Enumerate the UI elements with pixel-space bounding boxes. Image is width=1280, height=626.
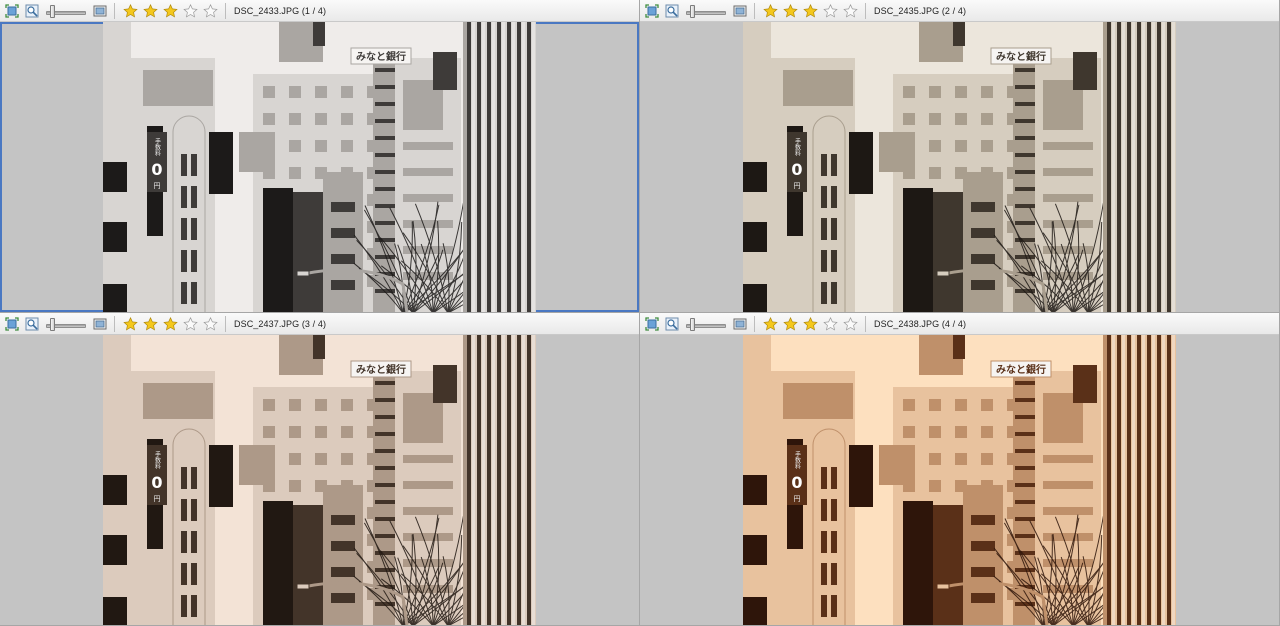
toolbar-separator: [225, 2, 226, 19]
star-empty-icon[interactable]: [841, 3, 859, 19]
fit-to-window-icon[interactable]: [644, 316, 660, 332]
star-filled-icon[interactable]: [161, 3, 179, 19]
star-empty-icon[interactable]: [181, 3, 199, 19]
star-filled-icon[interactable]: [801, 316, 819, 332]
star-empty-icon[interactable]: [841, 316, 859, 332]
zoom-in-icon[interactable]: [24, 3, 40, 19]
fit-to-window-icon[interactable]: [4, 3, 20, 19]
fit-to-window-icon[interactable]: [4, 316, 20, 332]
image-viewport[interactable]: みなと銀行手数料 0 円: [640, 335, 1279, 625]
star-empty-icon[interactable]: [201, 316, 219, 332]
zoom-slider-thumb[interactable]: [49, 4, 55, 18]
fit-to-window-icon[interactable]: [644, 3, 660, 19]
toolbar-separator: [865, 2, 866, 19]
star-filled-icon[interactable]: [761, 316, 779, 332]
zoom-in-icon[interactable]: [664, 316, 680, 332]
photo-preview[interactable]: みなと銀行手数料 0 円: [743, 22, 1176, 312]
star-filled-icon[interactable]: [161, 316, 179, 332]
svg-text:手数料: 手数料: [794, 450, 801, 470]
pane-toolbar: DSC_2438.JPG (4 / 4): [640, 313, 1279, 335]
star-empty-icon[interactable]: [181, 316, 199, 332]
compare-pane-2: DSC_2435.JPG (2 / 4) みなと銀行手数料 0 円: [640, 0, 1280, 313]
image-viewport[interactable]: みなと銀行手数料 0 円: [640, 22, 1279, 312]
star-filled-icon[interactable]: [801, 3, 819, 19]
zoom-slider-thumb[interactable]: [49, 317, 55, 331]
file-name-label: DSC_2433.JPG (1 / 4): [234, 5, 327, 16]
svg-text:みなと銀行: みなと銀行: [996, 50, 1046, 63]
zoom-slider[interactable]: [684, 3, 726, 19]
actual-size-icon[interactable]: [92, 316, 108, 332]
actual-size-icon[interactable]: [732, 316, 748, 332]
star-empty-icon[interactable]: [201, 3, 219, 19]
photo-preview[interactable]: みなと銀行手数料 0 円: [103, 335, 536, 625]
star-filled-icon[interactable]: [121, 3, 139, 19]
star-filled-icon[interactable]: [761, 3, 779, 19]
star-empty-icon[interactable]: [821, 316, 839, 332]
compare-pane-4: DSC_2438.JPG (4 / 4) みなと銀行手数料 0 円: [640, 313, 1280, 626]
actual-size-icon[interactable]: [92, 3, 108, 19]
svg-text:0: 0: [791, 160, 802, 179]
file-name-label: DSC_2437.JPG (3 / 4): [234, 318, 327, 329]
star-rating[interactable]: [121, 316, 221, 332]
photo-preview[interactable]: みなと銀行手数料 0 円: [103, 22, 536, 312]
star-rating[interactable]: [761, 3, 861, 19]
svg-text:0: 0: [791, 473, 802, 492]
pane-toolbar: DSC_2433.JPG (1 / 4): [0, 0, 639, 22]
svg-text:手数料: 手数料: [794, 137, 801, 157]
pane-toolbar: DSC_2437.JPG (3 / 4): [0, 313, 639, 335]
svg-text:円: 円: [794, 182, 801, 190]
svg-text:みなと銀行: みなと銀行: [356, 363, 406, 376]
zoom-in-icon[interactable]: [664, 3, 680, 19]
compare-pane-1: DSC_2433.JPG (1 / 4) みなと銀行手数料 0 円: [0, 0, 640, 313]
zoom-in-icon[interactable]: [24, 316, 40, 332]
pane-toolbar: DSC_2435.JPG (2 / 4): [640, 0, 1279, 22]
photo-preview[interactable]: みなと銀行手数料 0 円: [743, 335, 1176, 625]
star-rating[interactable]: [761, 316, 861, 332]
file-name-label: DSC_2435.JPG (2 / 4): [874, 5, 967, 16]
star-rating[interactable]: [121, 3, 221, 19]
star-filled-icon[interactable]: [121, 316, 139, 332]
star-filled-icon[interactable]: [781, 316, 799, 332]
zoom-slider-thumb[interactable]: [689, 317, 695, 331]
toolbar-separator: [114, 315, 115, 332]
viewer-grid: DSC_2433.JPG (1 / 4) みなと銀行 手数料 0 円 DSC_2…: [0, 0, 1280, 626]
svg-text:みなと銀行: みなと銀行: [996, 363, 1046, 376]
image-viewport[interactable]: みなと銀行手数料 0 円: [0, 22, 639, 312]
compare-pane-3: DSC_2437.JPG (3 / 4) みなと銀行手数料 0 円: [0, 313, 640, 626]
zoom-slider[interactable]: [684, 316, 726, 332]
toolbar-separator: [225, 315, 226, 332]
star-filled-icon[interactable]: [141, 3, 159, 19]
svg-text:0: 0: [151, 160, 162, 179]
star-filled-icon[interactable]: [781, 3, 799, 19]
star-filled-icon[interactable]: [141, 316, 159, 332]
star-empty-icon[interactable]: [821, 3, 839, 19]
zoom-slider-thumb[interactable]: [689, 4, 695, 18]
svg-text:円: 円: [154, 182, 161, 190]
toolbar-separator: [754, 315, 755, 332]
zoom-slider[interactable]: [44, 316, 86, 332]
svg-text:円: 円: [154, 495, 161, 503]
actual-size-icon[interactable]: [732, 3, 748, 19]
zoom-slider[interactable]: [44, 3, 86, 19]
toolbar-separator: [114, 2, 115, 19]
image-viewport[interactable]: みなと銀行手数料 0 円: [0, 335, 639, 625]
svg-text:円: 円: [794, 495, 801, 503]
svg-text:手数料: 手数料: [154, 137, 161, 157]
svg-text:0: 0: [151, 473, 162, 492]
svg-text:みなと銀行: みなと銀行: [356, 50, 406, 63]
toolbar-separator: [865, 315, 866, 332]
toolbar-separator: [754, 2, 755, 19]
file-name-label: DSC_2438.JPG (4 / 4): [874, 318, 967, 329]
svg-text:手数料: 手数料: [154, 450, 161, 470]
